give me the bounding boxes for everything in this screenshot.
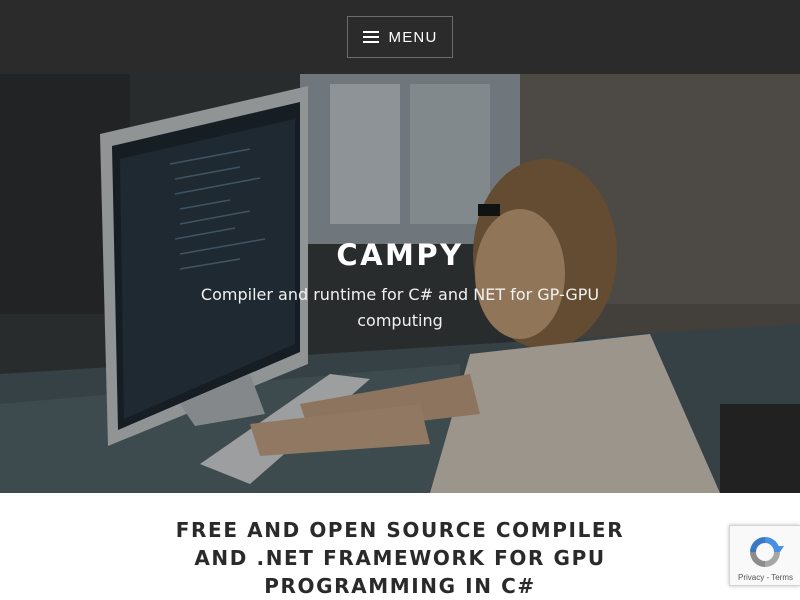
section-heading: FREE AND OPEN SOURCE COMPILER AND .NET F… <box>175 518 625 598</box>
recaptcha-privacy-link[interactable]: Privacy <box>738 573 764 582</box>
recaptcha-badge[interactable]: Privacy - Terms <box>729 525 800 586</box>
menu-label: MENU <box>388 28 438 46</box>
site-tagline: Compiler and runtime for C# and NET for … <box>200 285 600 330</box>
recaptcha-logo-icon <box>750 537 784 567</box>
site-title[interactable]: CAMPY <box>0 238 800 272</box>
menu-button[interactable]: MENU <box>347 16 453 58</box>
recaptcha-terms-link[interactable]: Terms <box>771 573 793 582</box>
hero-banner: CAMPY Compiler and runtime for C# and NE… <box>0 74 800 493</box>
recaptcha-links: Privacy - Terms <box>730 573 800 582</box>
site-header: MENU <box>0 0 800 74</box>
hamburger-icon <box>362 31 379 43</box>
